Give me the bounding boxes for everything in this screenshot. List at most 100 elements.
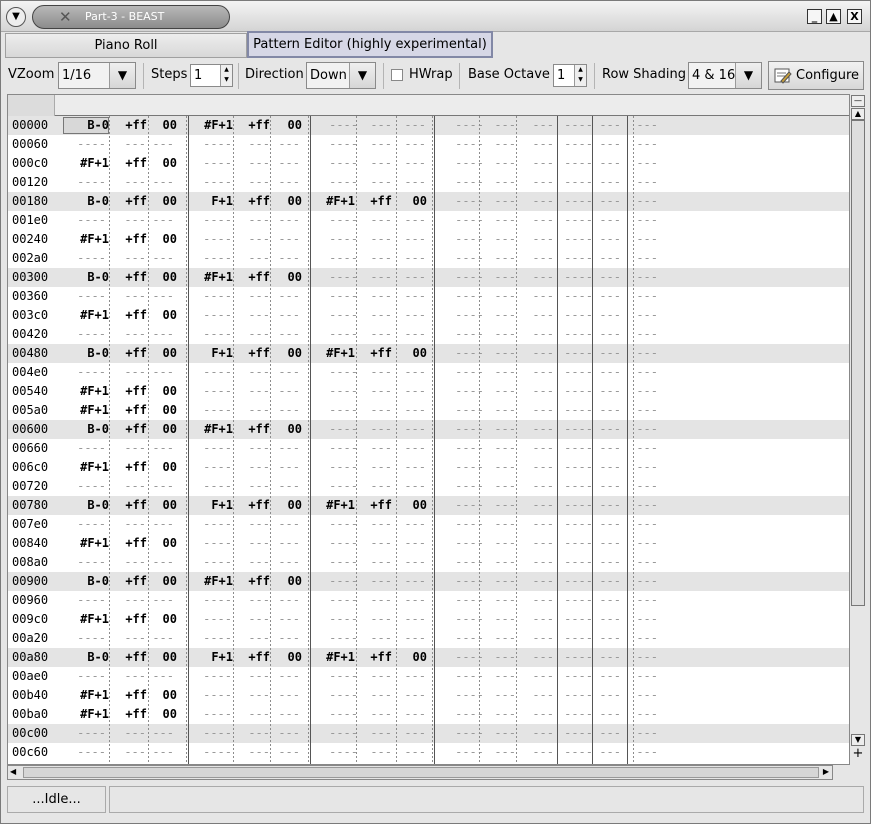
empty-value-cell[interactable]: ---	[370, 686, 392, 705]
empty-value-cell[interactable]: ---	[370, 572, 392, 591]
value-cell[interactable]: 00	[288, 496, 302, 515]
empty-value-cell[interactable]: ---	[494, 211, 516, 230]
empty-value-cell[interactable]: ---	[278, 249, 300, 268]
empty-value-cell[interactable]: ---	[599, 116, 621, 135]
empty-value-cell[interactable]: ---	[599, 287, 621, 306]
empty-note-cell[interactable]: ----	[203, 477, 232, 496]
empty-value-cell[interactable]: ---	[636, 591, 658, 610]
pattern-row[interactable]: 00720 ---- --- --- ---- --- --- ---- --- --- ---- -…	[8, 477, 849, 496]
pattern-row[interactable]: 00540 #F+1 +ff 00 ---- --- --- ---- --- --- ---- --…	[8, 382, 849, 401]
empty-note-cell[interactable]: ----	[564, 591, 593, 610]
empty-note-cell[interactable]: ----	[203, 629, 232, 648]
empty-value-cell[interactable]: ---	[636, 287, 658, 306]
empty-note-cell[interactable]: ----	[564, 325, 593, 344]
pattern-row[interactable]: 001e0 ---- --- --- ---- --- --- ---- --- --- ---- -…	[8, 211, 849, 230]
empty-value-cell[interactable]: ---	[278, 724, 300, 743]
empty-value-cell[interactable]: ---	[599, 211, 621, 230]
note-cell[interactable]: #F+1	[80, 230, 109, 249]
empty-note-cell[interactable]: ----	[203, 439, 232, 458]
empty-value-cell[interactable]: ---	[248, 515, 270, 534]
empty-note-cell[interactable]: ----	[564, 477, 593, 496]
empty-value-cell[interactable]: ---	[404, 363, 426, 382]
empty-note-cell[interactable]: ----	[329, 705, 358, 724]
empty-value-cell[interactable]: ---	[248, 705, 270, 724]
value-cell[interactable]: +ff	[248, 116, 270, 135]
empty-value-cell[interactable]: ---	[636, 116, 658, 135]
empty-value-cell[interactable]: ---	[370, 268, 392, 287]
chevron-down-icon[interactable]: ▼	[109, 63, 135, 88]
empty-value-cell[interactable]: ---	[278, 591, 300, 610]
empty-value-cell[interactable]: ---	[636, 534, 658, 553]
title-pill[interactable]: ✕ Part-3 - BEAST	[32, 5, 230, 29]
empty-note-cell[interactable]: ----	[77, 363, 106, 382]
empty-value-cell[interactable]: ---	[636, 230, 658, 249]
empty-value-cell[interactable]: ---	[599, 249, 621, 268]
value-cell[interactable]: +ff	[248, 648, 270, 667]
empty-value-cell[interactable]: ---	[599, 477, 621, 496]
empty-value-cell[interactable]: ---	[248, 325, 270, 344]
empty-value-cell[interactable]: ---	[404, 268, 426, 287]
empty-value-cell[interactable]: ---	[278, 154, 300, 173]
value-cell[interactable]: +ff	[248, 420, 270, 439]
empty-value-cell[interactable]: ---	[636, 154, 658, 173]
empty-value-cell[interactable]: ---	[636, 401, 658, 420]
empty-value-cell[interactable]: ---	[532, 705, 554, 724]
note-cell[interactable]: B-0	[87, 420, 109, 439]
empty-note-cell[interactable]: ----	[564, 458, 593, 477]
empty-value-cell[interactable]: ---	[124, 743, 146, 762]
plus-icon[interactable]: +	[851, 747, 865, 761]
empty-value-cell[interactable]: ---	[370, 325, 392, 344]
pattern-row[interactable]: 00300 B-0 +ff 00 #F+1 +ff 00 ---- --- --- ---- --- -…	[8, 268, 849, 287]
empty-note-cell[interactable]: ----	[203, 363, 232, 382]
empty-note-cell[interactable]: ----	[329, 230, 358, 249]
empty-value-cell[interactable]: ---	[532, 344, 554, 363]
empty-value-cell[interactable]: ---	[152, 515, 174, 534]
minimize-button[interactable]: _	[807, 9, 822, 24]
empty-value-cell[interactable]: ---	[248, 154, 270, 173]
empty-value-cell[interactable]: ---	[124, 553, 146, 572]
pattern-row[interactable]: 00000 B-0 +ff 00 #F+1 +ff 00 ---- --- --- ---- --- -…	[8, 116, 849, 135]
empty-value-cell[interactable]: ---	[532, 249, 554, 268]
empty-value-cell[interactable]: ---	[278, 382, 300, 401]
empty-value-cell[interactable]: ---	[370, 382, 392, 401]
empty-value-cell[interactable]: ---	[494, 572, 516, 591]
empty-value-cell[interactable]: ---	[370, 439, 392, 458]
value-cell[interactable]: 00	[163, 344, 177, 363]
note-cell[interactable]: #F+1	[80, 154, 109, 173]
empty-value-cell[interactable]: ---	[370, 135, 392, 154]
empty-value-cell[interactable]: ---	[599, 610, 621, 629]
empty-note-cell[interactable]: ----	[329, 458, 358, 477]
note-cell[interactable]: B-0	[87, 192, 109, 211]
empty-value-cell[interactable]: ---	[494, 515, 516, 534]
empty-value-cell[interactable]: ---	[599, 686, 621, 705]
empty-note-cell[interactable]: ----	[564, 724, 593, 743]
empty-value-cell[interactable]: ---	[494, 439, 516, 458]
empty-value-cell[interactable]: ---	[248, 629, 270, 648]
empty-value-cell[interactable]: ---	[404, 743, 426, 762]
empty-note-cell[interactable]: ----	[564, 268, 593, 287]
empty-value-cell[interactable]: ---	[599, 724, 621, 743]
empty-value-cell[interactable]: ---	[599, 363, 621, 382]
empty-note-cell[interactable]: ----	[203, 382, 232, 401]
value-cell[interactable]: +ff	[125, 230, 147, 249]
empty-value-cell[interactable]: ---	[248, 230, 270, 249]
empty-value-cell[interactable]: ---	[124, 211, 146, 230]
empty-value-cell[interactable]: ---	[532, 116, 554, 135]
horizontal-scroll-thumb[interactable]	[23, 767, 819, 778]
empty-value-cell[interactable]: ---	[404, 382, 426, 401]
empty-value-cell[interactable]: ---	[278, 211, 300, 230]
empty-value-cell[interactable]: ---	[532, 591, 554, 610]
value-cell[interactable]: +ff	[248, 572, 270, 591]
empty-value-cell[interactable]: ---	[636, 382, 658, 401]
pattern-row[interactable]: 00480 B-0 +ff 00 F+1 +ff 00 #F+1 +ff 00 ---- --- ---…	[8, 344, 849, 363]
empty-note-cell[interactable]: ----	[564, 363, 593, 382]
value-cell[interactable]: +ff	[370, 344, 392, 363]
empty-value-cell[interactable]: ---	[494, 705, 516, 724]
empty-note-cell[interactable]: ----	[329, 686, 358, 705]
empty-value-cell[interactable]: ---	[278, 534, 300, 553]
maximize-button[interactable]: ▲	[826, 9, 841, 24]
empty-note-cell[interactable]: ----	[329, 211, 358, 230]
empty-note-cell[interactable]: ----	[564, 496, 593, 515]
note-cell[interactable]: F+1	[211, 192, 233, 211]
empty-note-cell[interactable]: ----	[329, 382, 358, 401]
